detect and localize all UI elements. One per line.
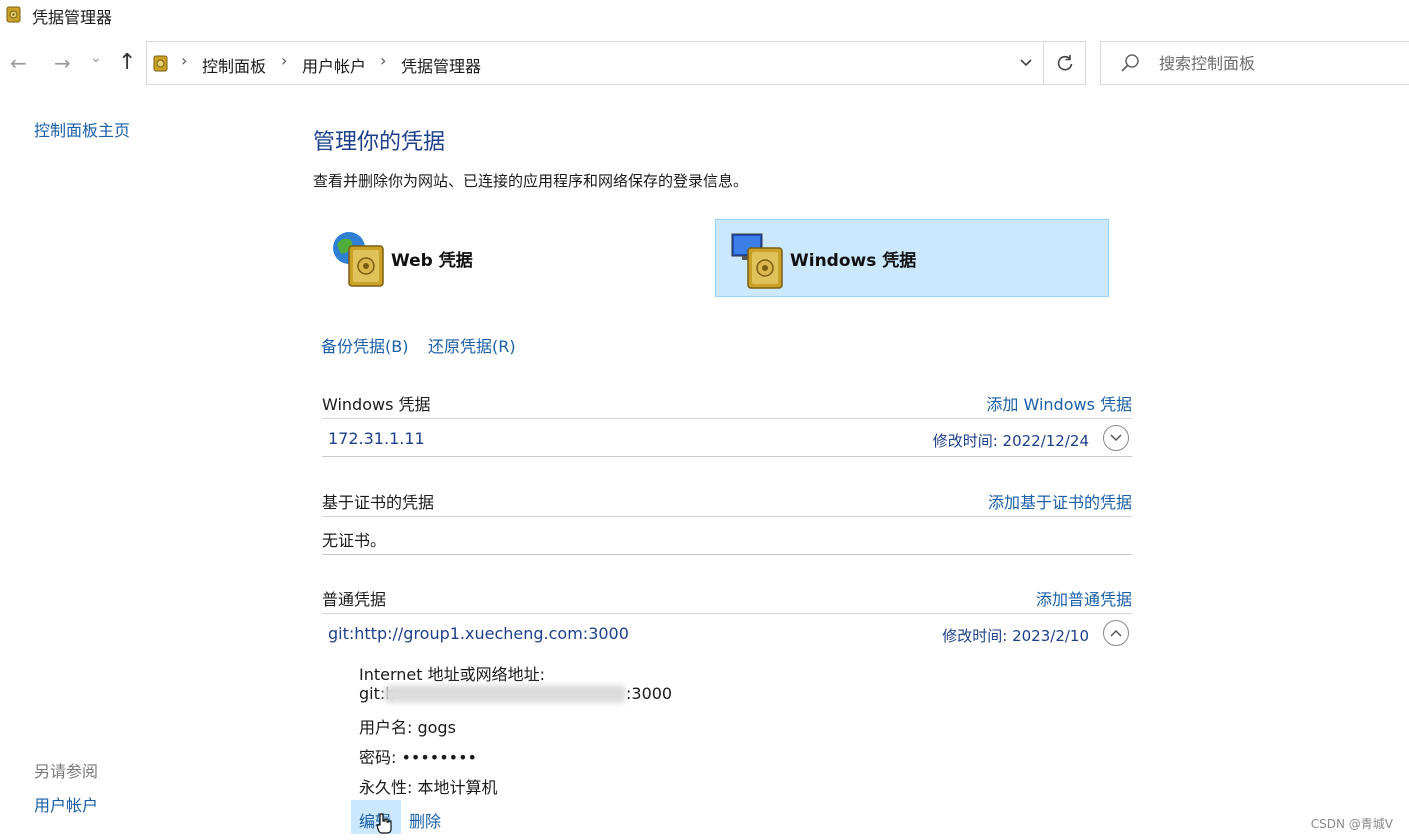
divider	[322, 456, 1132, 457]
windows-credentials-label: Windows 凭据	[790, 251, 917, 271]
refresh-icon	[1057, 55, 1073, 71]
restore-credentials-link[interactable]: 还原凭据(R)	[428, 333, 516, 357]
search-input[interactable]	[1159, 42, 1399, 84]
modified-time: 修改时间: 2022/12/24	[932, 432, 1089, 450]
user-accounts-link[interactable]: 用户帐户	[34, 792, 98, 816]
refresh-button[interactable]	[1043, 42, 1086, 84]
see-also-heading: 另请参阅	[34, 762, 99, 781]
breadcrumb-credential-manager[interactable]: 凭据管理器	[401, 53, 481, 77]
credential-row[interactable]: git:http://group1.xuecheng.com:3000 修改时间…	[322, 615, 1132, 651]
divider	[322, 613, 1132, 614]
collapse-button[interactable]	[1103, 620, 1129, 646]
back-button[interactable]: ←	[10, 51, 27, 75]
credential-manager-icon	[6, 6, 21, 23]
breadcrumb-separator: ›	[281, 51, 288, 70]
breadcrumb-control-panel[interactable]: 控制面板	[202, 53, 266, 77]
title-bar: 凭据管理器	[0, 0, 1409, 30]
certificate-credentials-section-title: 基于证书的凭据	[322, 493, 435, 512]
divider	[322, 554, 1132, 555]
backup-credentials-link[interactable]: 备份凭据(B)	[321, 333, 408, 357]
windows-credentials-icon	[731, 233, 783, 289]
credential-name: 172.31.1.11	[328, 429, 425, 448]
address-bar[interactable]: › 控制面板 › 用户帐户 › 凭据管理器	[146, 41, 1086, 85]
username-line: 用户名: gogs	[359, 718, 456, 737]
persistence-line: 永久性: 本地计算机	[359, 778, 498, 797]
windows-credentials-section-title: Windows 凭据	[322, 395, 431, 414]
add-certificate-credential-link[interactable]: 添加基于证书的凭据	[988, 489, 1132, 513]
page-title: 管理你的凭据	[313, 130, 446, 155]
watermark: CSDN @青城V	[1310, 817, 1393, 831]
credential-name: git:http://group1.xuecheng.com:3000	[328, 624, 629, 643]
web-credentials-label: Web 凭据	[391, 251, 473, 271]
delete-link[interactable]: 删除	[409, 808, 441, 832]
credential-manager-icon	[153, 55, 168, 72]
chevron-down-icon	[1020, 59, 1032, 67]
divider	[322, 418, 1132, 419]
breadcrumb-separator: ›	[181, 51, 188, 70]
breadcrumb-user-accounts[interactable]: 用户帐户	[302, 53, 366, 77]
web-credentials-tile[interactable]: Web 凭据	[325, 220, 705, 296]
search-box[interactable]	[1100, 41, 1409, 85]
expand-button[interactable]	[1103, 425, 1129, 451]
password-line: 密码: ••••••••	[359, 748, 477, 767]
hand-cursor-icon	[376, 813, 392, 834]
address-label: Internet 地址或网络地址:	[359, 665, 546, 684]
add-generic-credential-link[interactable]: 添加普通凭据	[1036, 586, 1132, 610]
control-panel-home-link[interactable]: 控制面板主页	[34, 117, 130, 141]
forward-button[interactable]: →	[54, 51, 71, 75]
chevron-up-icon	[1110, 629, 1122, 637]
web-credentials-icon	[333, 232, 384, 287]
window-title: 凭据管理器	[32, 8, 113, 27]
chevron-down-icon	[1110, 434, 1122, 442]
address-suffix: :3000	[626, 684, 673, 703]
no-certificates-text: 无证书。	[322, 531, 387, 550]
windows-credentials-tile[interactable]: Windows 凭据	[715, 219, 1109, 297]
recent-locations-button[interactable]: ⌄	[90, 50, 102, 66]
page-description: 查看并删除你为网站、已连接的应用程序和网络保存的登录信息。	[313, 172, 749, 190]
divider	[322, 516, 1132, 517]
redacted-address	[384, 685, 626, 703]
address-dropdown-button[interactable]	[1009, 42, 1043, 84]
add-windows-credential-link[interactable]: 添加 Windows 凭据	[986, 391, 1132, 415]
search-icon	[1121, 54, 1139, 72]
generic-credentials-section-title: 普通凭据	[322, 590, 387, 609]
credential-row[interactable]: 172.31.1.11 修改时间: 2022/12/24	[322, 420, 1132, 456]
edit-button-highlight[interactable]: 编辑	[351, 800, 401, 834]
breadcrumb-separator: ›	[380, 51, 387, 70]
up-button[interactable]: ↑	[118, 50, 136, 75]
modified-time: 修改时间: 2023/2/10	[942, 627, 1089, 645]
